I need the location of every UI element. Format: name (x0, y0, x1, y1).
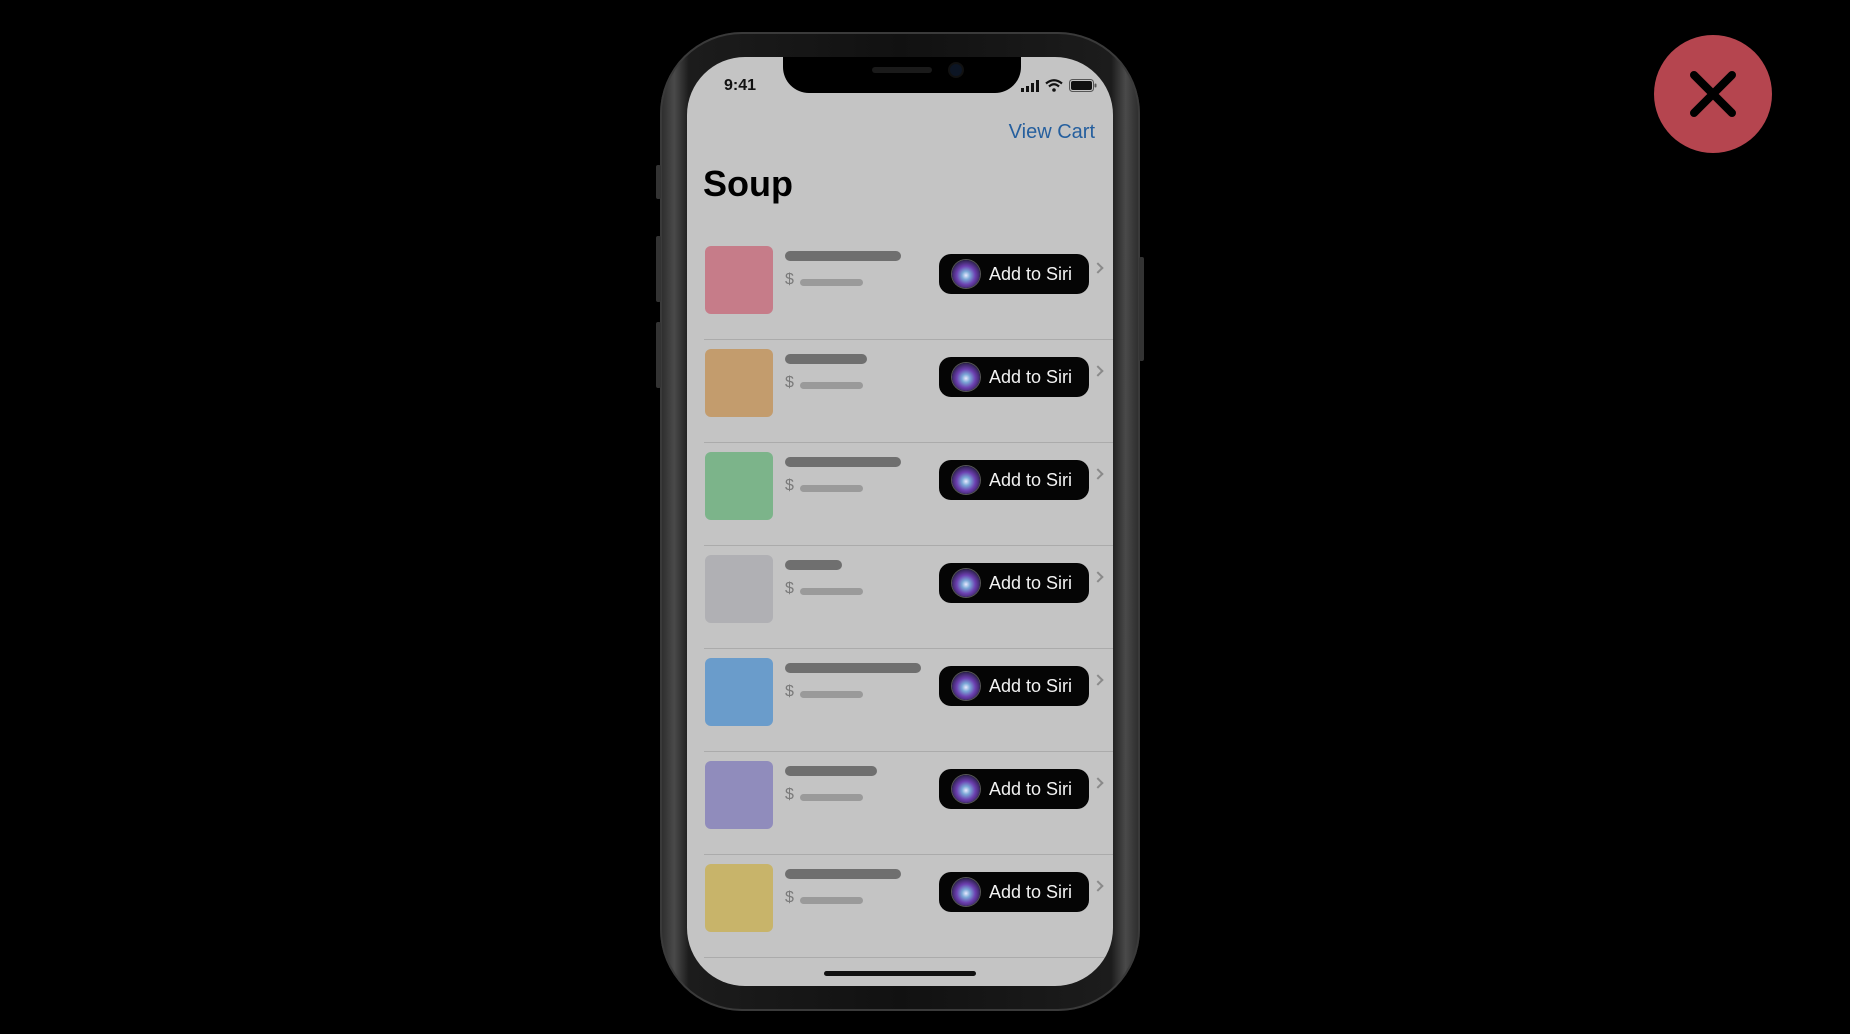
item-name-placeholder (785, 354, 867, 364)
add-to-siri-button[interactable]: Add to Siri (939, 769, 1089, 809)
add-to-siri-label: Add to Siri (989, 881, 1073, 902)
item-name-placeholder (785, 560, 842, 570)
siri-icon (952, 569, 980, 597)
currency-symbol: $ (785, 374, 794, 391)
volume-down-button (656, 322, 661, 388)
page-title: Soup (703, 163, 793, 204)
home-indicator[interactable] (824, 971, 976, 976)
item-name-placeholder (785, 869, 901, 879)
add-to-siri-label: Add to Siri (989, 778, 1073, 799)
siri-icon (952, 466, 980, 494)
chevron-right-icon (1092, 571, 1104, 583)
list-item[interactable]: $ Add to Siri (704, 237, 1113, 340)
item-name-placeholder (785, 766, 877, 776)
list-item[interactable]: $ Add to Siri (704, 443, 1113, 546)
wifi-icon (1045, 79, 1063, 92)
list-item[interactable]: $ Add to Siri (704, 340, 1113, 443)
soup-list: $ Add to Siri $ Add to Siri $ Add to Sir… (687, 237, 1113, 958)
battery-icon (1069, 79, 1097, 92)
side-button (656, 165, 661, 199)
chevron-right-icon (1092, 262, 1104, 274)
item-price-placeholder (800, 691, 863, 698)
add-to-siri-label: Add to Siri (989, 366, 1073, 387)
siri-icon (952, 363, 980, 391)
add-to-siri-label: Add to Siri (989, 469, 1073, 490)
add-to-siri-button[interactable]: Add to Siri (939, 872, 1089, 912)
currency-symbol: $ (785, 786, 794, 803)
add-to-siri-label: Add to Siri (989, 263, 1073, 284)
signal-icon (1021, 79, 1039, 92)
currency-symbol: $ (785, 477, 794, 494)
item-thumbnail (705, 658, 773, 726)
list-item[interactable]: $ Add to Siri (704, 752, 1113, 855)
chevron-right-icon (1092, 880, 1104, 892)
close-x-icon (1690, 71, 1736, 117)
list-item[interactable]: $ Add to Siri (704, 855, 1113, 958)
add-to-siri-button[interactable]: Add to Siri (939, 666, 1089, 706)
chevron-right-icon (1092, 777, 1104, 789)
item-thumbnail (705, 349, 773, 417)
item-price-placeholder (800, 897, 863, 904)
item-thumbnail (705, 761, 773, 829)
add-to-siri-button[interactable]: Add to Siri (939, 563, 1089, 603)
view-cart-link[interactable]: View Cart (1009, 121, 1095, 144)
siri-icon (952, 672, 980, 700)
item-name-placeholder (785, 457, 901, 467)
list-item[interactable]: $ Add to Siri (704, 649, 1113, 752)
list-item[interactable]: $ Add to Siri (704, 546, 1113, 649)
siri-icon (952, 260, 980, 288)
chevron-right-icon (1092, 468, 1104, 480)
item-price-placeholder (800, 588, 863, 595)
item-name-placeholder (785, 251, 901, 261)
status-icons (1021, 79, 1097, 92)
item-thumbnail (705, 246, 773, 314)
siri-icon (952, 878, 980, 906)
add-to-siri-button[interactable]: Add to Siri (939, 254, 1089, 294)
chevron-right-icon (1092, 674, 1104, 686)
power-button (1139, 257, 1144, 361)
currency-symbol: $ (785, 889, 794, 906)
currency-symbol: $ (785, 271, 794, 288)
volume-up-button (656, 236, 661, 302)
item-thumbnail (705, 864, 773, 932)
speaker-grille (872, 67, 932, 73)
chevron-right-icon (1092, 365, 1104, 377)
notch (783, 57, 1021, 93)
add-to-siri-label: Add to Siri (989, 675, 1073, 696)
close-button[interactable] (1654, 35, 1772, 153)
siri-icon (952, 775, 980, 803)
add-to-siri-button[interactable]: Add to Siri (939, 357, 1089, 397)
item-thumbnail (705, 555, 773, 623)
item-price-placeholder (800, 382, 863, 389)
currency-symbol: $ (785, 683, 794, 700)
add-to-siri-label: Add to Siri (989, 572, 1073, 593)
add-to-siri-button[interactable]: Add to Siri (939, 460, 1089, 500)
item-name-placeholder (785, 663, 921, 673)
item-thumbnail (705, 452, 773, 520)
status-time: 9:41 (724, 77, 757, 94)
currency-symbol: $ (785, 580, 794, 597)
phone-frame: 9:41 View Cart Soup $ Add to Siri $ Add … (656, 32, 1144, 1011)
front-camera (950, 64, 962, 76)
item-price-placeholder (800, 279, 863, 286)
phone-screen: 9:41 View Cart Soup $ Add to Siri $ Add … (687, 57, 1113, 986)
item-price-placeholder (800, 485, 863, 492)
item-price-placeholder (800, 794, 863, 801)
